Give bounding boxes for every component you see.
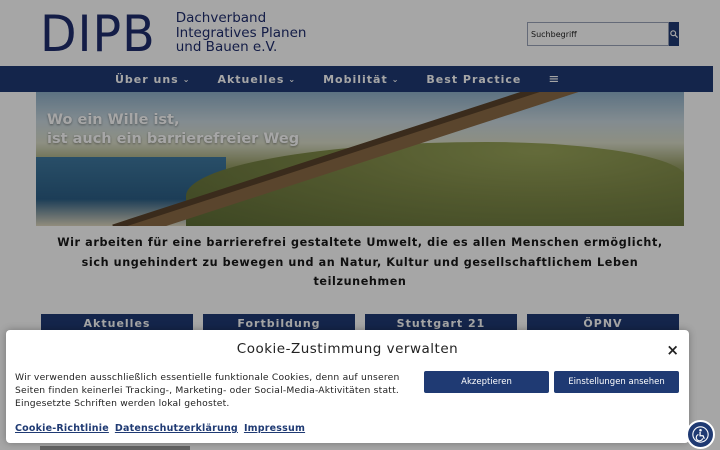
close-icon[interactable]: × [666, 341, 679, 359]
link-datenschutz[interactable]: Datenschutzerklärung [115, 423, 238, 434]
cookie-links: Cookie-Richtlinie Datenschutzerklärung I… [15, 423, 305, 434]
cookie-message: Wir verwenden ausschließlich essentielle… [15, 372, 400, 409]
cookie-title: Cookie-Zustimmung verwalten [236, 341, 459, 357]
page: DIPB Dachverband Integratives Planen und… [0, 0, 720, 450]
accessibility-button[interactable] [686, 420, 715, 449]
cookie-banner: Cookie-Zustimmung verwalten × Wir verwen… [6, 330, 689, 443]
accept-button[interactable]: Akzeptieren [424, 371, 549, 393]
accessibility-icon [692, 426, 709, 443]
settings-button[interactable]: Einstellungen ansehen [554, 371, 679, 393]
link-cookie-richtlinie[interactable]: Cookie-Richtlinie [15, 423, 109, 434]
link-impressum[interactable]: Impressum [244, 423, 305, 434]
